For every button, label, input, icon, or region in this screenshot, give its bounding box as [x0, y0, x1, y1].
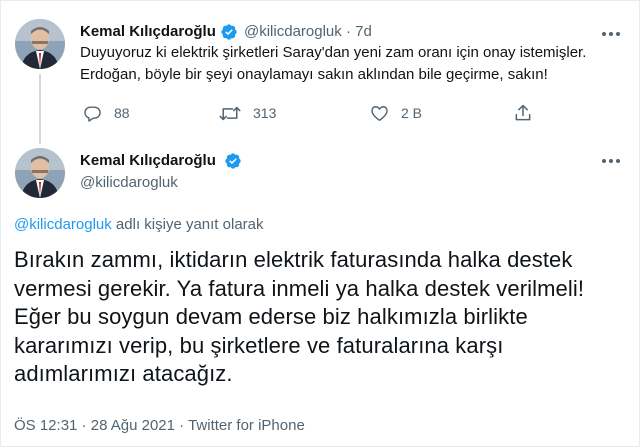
- main-tweet-text: Bırakın zammı, iktidarın elektrik fatura…: [14, 247, 585, 386]
- reply-count: 88: [114, 105, 130, 121]
- reply-icon: [84, 105, 101, 122]
- like-count: 2 B: [401, 105, 423, 121]
- share-icon: [515, 104, 531, 121]
- parent-tweet-text: Duyuyoruz ki elektrik şirketleri Saray'd…: [80, 42, 630, 86]
- retweet-icon: [219, 106, 241, 120]
- tweet-time[interactable]: ÖS 12:31: [14, 417, 77, 434]
- parent-handle-text: @kilicdarogluk: [244, 23, 342, 40]
- reply-to-suffix: adlı kişiye yanıt olarak: [111, 216, 264, 233]
- parent-time-separator: ·: [345, 23, 351, 40]
- meta-separator: ·: [175, 417, 189, 434]
- more-icon[interactable]: [601, 31, 621, 37]
- parent-author-handle[interactable]: @kilicdarogluk · 7d: [244, 23, 372, 40]
- verified-badge-icon: [225, 153, 241, 169]
- parent-tweet-line-2: Erdoğan, böyle bir şeyi onaylamayı sakın…: [80, 66, 548, 83]
- heart-icon: [371, 105, 388, 121]
- retweet-button[interactable]: 313: [219, 102, 276, 124]
- like-button[interactable]: 2 B: [370, 102, 422, 124]
- share-button[interactable]: [513, 102, 533, 124]
- verified-badge-icon: [221, 24, 237, 40]
- parent-avatar[interactable]: [15, 19, 65, 69]
- replying-to-context: @kilicdarogluk adlı kişiye yanıt olarak: [14, 216, 264, 233]
- tweet-source[interactable]: Twitter for iPhone: [188, 417, 305, 434]
- retweet-count: 313: [253, 105, 277, 121]
- tweet-date[interactable]: 28 Ağu 2021: [91, 417, 175, 434]
- thread-connector-line: [39, 74, 41, 144]
- parent-tweet-line-1: Duyuyoruz ki elektrik şirketleri Saray'd…: [80, 44, 587, 61]
- reply-to-mention-link[interactable]: @kilicdarogluk: [14, 216, 112, 233]
- main-author-name[interactable]: Kemal Kılıçdaroğlu: [80, 152, 216, 169]
- main-avatar[interactable]: [15, 148, 65, 198]
- reply-button[interactable]: 88: [83, 102, 130, 124]
- main-author-handle[interactable]: @kilicdarogluk: [80, 174, 178, 191]
- meta-separator: ·: [77, 417, 91, 434]
- tweet-metadata: ÖS 12:31 · 28 Ağu 2021 · Twitter for iPh…: [14, 417, 305, 434]
- parent-timestamp[interactable]: 7d: [355, 23, 372, 40]
- more-icon[interactable]: [601, 158, 621, 164]
- parent-author-name[interactable]: Kemal Kılıçdaroğlu: [80, 23, 216, 40]
